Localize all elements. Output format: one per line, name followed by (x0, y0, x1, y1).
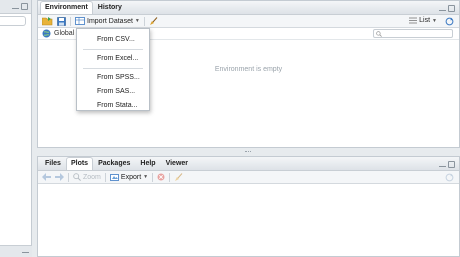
open-folder-icon[interactable] (42, 16, 53, 26)
import-table-icon (75, 17, 85, 25)
maximize-icon[interactable] (448, 161, 455, 168)
env-window-controls (439, 5, 455, 12)
plots-toolbar: Zoom Export ▼ (38, 171, 459, 184)
minimize-icon[interactable] (439, 6, 446, 11)
search-icon (376, 31, 382, 37)
list-view-button[interactable]: List ▼ (409, 17, 437, 24)
menu-item-from-stata[interactable]: From Stata... (77, 99, 149, 113)
tab-environment[interactable]: Environment (40, 1, 93, 14)
menu-separator (83, 49, 143, 50)
files-tabbar: Files Plots Packages Help Viewer (38, 157, 459, 171)
maximize-icon[interactable] (21, 3, 28, 10)
minimize-icon[interactable] (439, 162, 446, 167)
zoom-icon (73, 173, 81, 181)
import-dataset-label: Import Dataset (87, 17, 133, 25)
tab-plots[interactable]: Plots (65, 157, 94, 170)
broom-icon[interactable] (174, 172, 183, 182)
export-icon (110, 173, 119, 181)
environment-toolbar: Import Dataset ▼ List ▼ (38, 15, 459, 28)
toolbar-divider (70, 16, 71, 26)
toolbar-divider (152, 172, 154, 182)
menu-item-from-csv[interactable]: From CSV... (77, 33, 149, 47)
refresh-icon[interactable] (445, 173, 454, 182)
menu-item-from-sas[interactable]: From SAS... (77, 85, 149, 99)
import-dataset-menu: From CSV... From Excel... From SPSS... F… (76, 28, 150, 111)
tab-viewer[interactable]: Viewer (161, 157, 193, 170)
zoom-label: Zoom (83, 173, 101, 181)
save-icon[interactable] (57, 16, 66, 26)
forward-arrow-icon[interactable] (55, 173, 64, 181)
left-window-controls (12, 3, 28, 10)
chevron-down-icon: ▼ (134, 18, 140, 24)
global-environment-label[interactable]: Global (54, 30, 74, 37)
menu-item-from-spss[interactable]: From SPSS... (77, 71, 149, 85)
list-icon (409, 17, 418, 24)
list-label: List (419, 17, 431, 24)
zoom-button[interactable]: Zoom (73, 173, 101, 181)
export-button[interactable]: Export ▼ (110, 173, 148, 181)
menu-separator (83, 68, 143, 69)
left-pane-footer (0, 245, 32, 257)
minimize-icon[interactable] (22, 248, 29, 253)
chevron-down-icon: ▼ (143, 174, 149, 180)
tab-packages[interactable]: Packages (93, 157, 135, 170)
environment-search-input[interactable] (373, 29, 453, 38)
minimize-icon[interactable] (12, 4, 19, 9)
broom-icon[interactable] (149, 16, 158, 26)
delete-plot-icon[interactable] (157, 173, 165, 181)
refresh-icon[interactable] (445, 17, 454, 26)
menu-item-from-excel[interactable]: From Excel... (77, 52, 149, 66)
toolbar-divider (68, 172, 69, 182)
left-bottom-window-controls (22, 248, 29, 253)
files-window-controls (439, 161, 455, 168)
toolbar-divider (169, 172, 171, 182)
pane-splitter-handle[interactable] (245, 151, 251, 153)
toolbar-divider (143, 16, 145, 26)
maximize-icon[interactable] (448, 5, 455, 12)
tab-files[interactable]: Files (40, 157, 66, 170)
tab-help[interactable]: Help (135, 157, 160, 170)
left-pane-header (0, 0, 31, 14)
tab-history[interactable]: History (93, 1, 127, 14)
r-globe-icon (42, 29, 51, 38)
left-search-input[interactable] (0, 16, 26, 26)
files-pane: Files Plots Packages Help Viewer Zoom Ex… (37, 156, 460, 257)
toolbar-divider (104, 172, 106, 182)
export-label: Export (120, 173, 142, 181)
environment-tabbar: Environment History (38, 1, 459, 15)
import-dataset-button[interactable]: Import Dataset ▼ (75, 17, 140, 25)
left-pane (0, 0, 32, 257)
back-arrow-icon[interactable] (42, 173, 51, 181)
chevron-down-icon: ▼ (432, 17, 437, 24)
